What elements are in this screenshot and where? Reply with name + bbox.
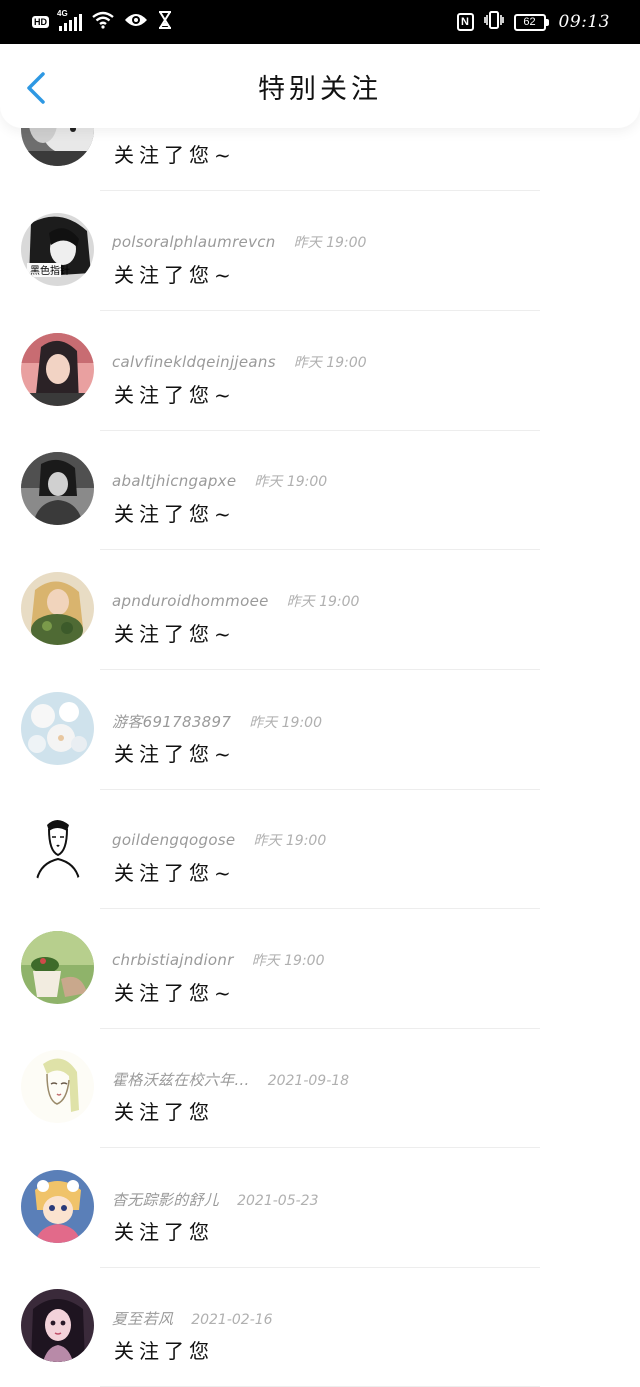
page-title: 特别关注 — [258, 73, 382, 105]
hd-voice-icon: HD — [32, 16, 49, 28]
chevron-left-icon — [27, 72, 45, 104]
avatar[interactable] — [21, 1170, 94, 1243]
svg-text:黑色指针: 黑色指针 — [30, 264, 70, 277]
item-meta: 霍格沃兹在校六年… 2021-09-18 — [112, 1069, 349, 1090]
battery-level: 62 — [513, 13, 546, 31]
timestamp: 昨天 19:00 — [293, 235, 367, 251]
divider — [100, 1028, 540, 1029]
wifi-icon — [92, 11, 114, 33]
divider — [100, 669, 540, 670]
timestamp: 2021-09-18 — [267, 1073, 350, 1089]
message: 关注了您 — [114, 1100, 214, 1124]
avatar[interactable] — [21, 692, 94, 765]
timestamp: 2021-02-16 — [191, 1312, 273, 1328]
user-name[interactable]: chrbistiajndionr — [112, 951, 234, 969]
message: 关注了您~ — [114, 502, 236, 526]
user-name[interactable]: 杳无踪影的舒儿 — [112, 1189, 219, 1210]
item-meta: chrbistiajndionr 昨天 19:00 — [112, 950, 324, 970]
divider — [100, 310, 540, 311]
list-item[interactable]: 杳无踪影的舒儿 2021-05-23 关注了您 — [0, 1158, 640, 1278]
timestamp: 昨天 19:00 — [293, 355, 367, 371]
divider — [100, 1147, 540, 1148]
message: 关注了您 — [114, 1220, 214, 1244]
user-name[interactable]: polsoralphlaumrevcn — [112, 233, 276, 251]
divider — [100, 908, 540, 909]
avatar[interactable] — [21, 333, 94, 406]
avatar[interactable] — [21, 811, 94, 884]
list-item[interactable]: chrbistiajndionr 昨天 19:00 关注了您~ — [0, 919, 640, 1039]
message: 关注了您~ — [114, 981, 236, 1005]
list-item[interactable]: calvfinekldqeinjjeans 昨天 19:00 关注了您~ — [0, 321, 640, 441]
user-name[interactable]: goildengqogose — [112, 831, 235, 849]
message: 关注了您~ — [114, 383, 236, 407]
message: 关注了您 — [114, 1339, 214, 1363]
eye-icon — [124, 12, 148, 32]
status-bar: HD 4G N 62 09:13 — [0, 0, 640, 44]
timestamp: 昨天 19:00 — [286, 594, 360, 610]
item-meta: 游客691783897 昨天 19:00 — [112, 711, 322, 732]
timestamp: 昨天 19:00 — [249, 715, 322, 731]
battery-icon: 62 — [513, 13, 549, 31]
message: 关注了您~ — [114, 143, 236, 167]
item-meta: calvfinekldqeinjjeans 昨天 19:00 — [112, 352, 367, 372]
divider — [100, 549, 540, 550]
clock: 09:13 — [558, 12, 610, 32]
user-name[interactable]: 夏至若风 — [112, 1308, 173, 1329]
list-item[interactable]: 黑色指针 polsoralphlaumrevcn 昨天 19:00 关注了您~ — [0, 201, 640, 321]
avatar[interactable] — [21, 931, 94, 1004]
item-meta: abaltjhicngapxe 昨天 19:00 — [112, 471, 327, 491]
timestamp: 2021-05-23 — [237, 1193, 319, 1209]
status-left: HD 4G — [32, 9, 172, 33]
user-name[interactable]: 霍格沃兹在校六年… — [112, 1069, 250, 1090]
item-meta: 杳无踪影的舒儿 2021-05-23 — [112, 1189, 318, 1210]
back-button[interactable] — [14, 66, 58, 110]
message: 关注了您~ — [114, 263, 236, 287]
nfc-icon: N — [456, 13, 474, 31]
avatar[interactable] — [21, 572, 94, 645]
avatar[interactable] — [21, 128, 94, 166]
user-name[interactable]: 游客691783897 — [112, 711, 231, 732]
header: 特别关注 — [0, 44, 640, 128]
divider — [100, 190, 540, 191]
list-item[interactable]: goildengqogose 昨天 19:00 关注了您~ — [0, 799, 640, 919]
list-item[interactable]: abaltjhicngapxe 昨天 19:00 关注了您~ — [0, 440, 640, 560]
avatar[interactable] — [21, 1289, 94, 1362]
timestamp: 昨天 19:00 — [251, 953, 325, 969]
timestamp: 昨天 19:00 — [253, 833, 327, 849]
timestamp: 昨天 19:00 — [254, 474, 328, 490]
message: 关注了您~ — [114, 622, 236, 646]
list-item[interactable]: 游客691783897 昨天 19:00 关注了您~ — [0, 680, 640, 800]
message: 关注了您~ — [114, 861, 236, 885]
item-meta: apnduroidhommoee 昨天 19:00 — [112, 591, 359, 611]
divider — [100, 1267, 540, 1268]
avatar[interactable] — [21, 452, 94, 525]
item-meta: goildengqogose 昨天 19:00 — [112, 830, 326, 850]
list-item[interactable]: 霍格沃兹在校六年… 2021-09-18 关注了您 — [0, 1038, 640, 1158]
user-name[interactable]: calvfinekldqeinjjeans — [112, 353, 276, 371]
item-meta: polsoralphlaumrevcn 昨天 19:00 — [112, 232, 366, 252]
notification-list: 关注了您~ 黑色指针 polsoralphlaumrevcn 昨天 19:00 … — [0, 128, 640, 1387]
hourglass-icon — [158, 11, 172, 33]
user-name[interactable]: apnduroidhommoee — [112, 592, 269, 610]
user-name[interactable]: abaltjhicngapxe — [112, 472, 236, 490]
avatar[interactable]: 黑色指针 — [21, 213, 94, 286]
avatar[interactable] — [21, 1050, 94, 1123]
signal-icon: 4G — [57, 9, 82, 31]
message: 关注了您~ — [114, 742, 236, 766]
vibrate-icon — [483, 11, 504, 33]
list-item[interactable]: apnduroidhommoee 昨天 19:00 关注了您~ — [0, 560, 640, 680]
divider — [100, 430, 540, 431]
list-item[interactable]: 夏至若风 2021-02-16 关注了您 — [0, 1277, 640, 1387]
item-meta: 夏至若风 2021-02-16 — [112, 1308, 273, 1329]
status-right: N 62 09:13 — [456, 11, 611, 33]
network-type: 4G — [57, 9, 68, 18]
divider — [100, 789, 540, 790]
